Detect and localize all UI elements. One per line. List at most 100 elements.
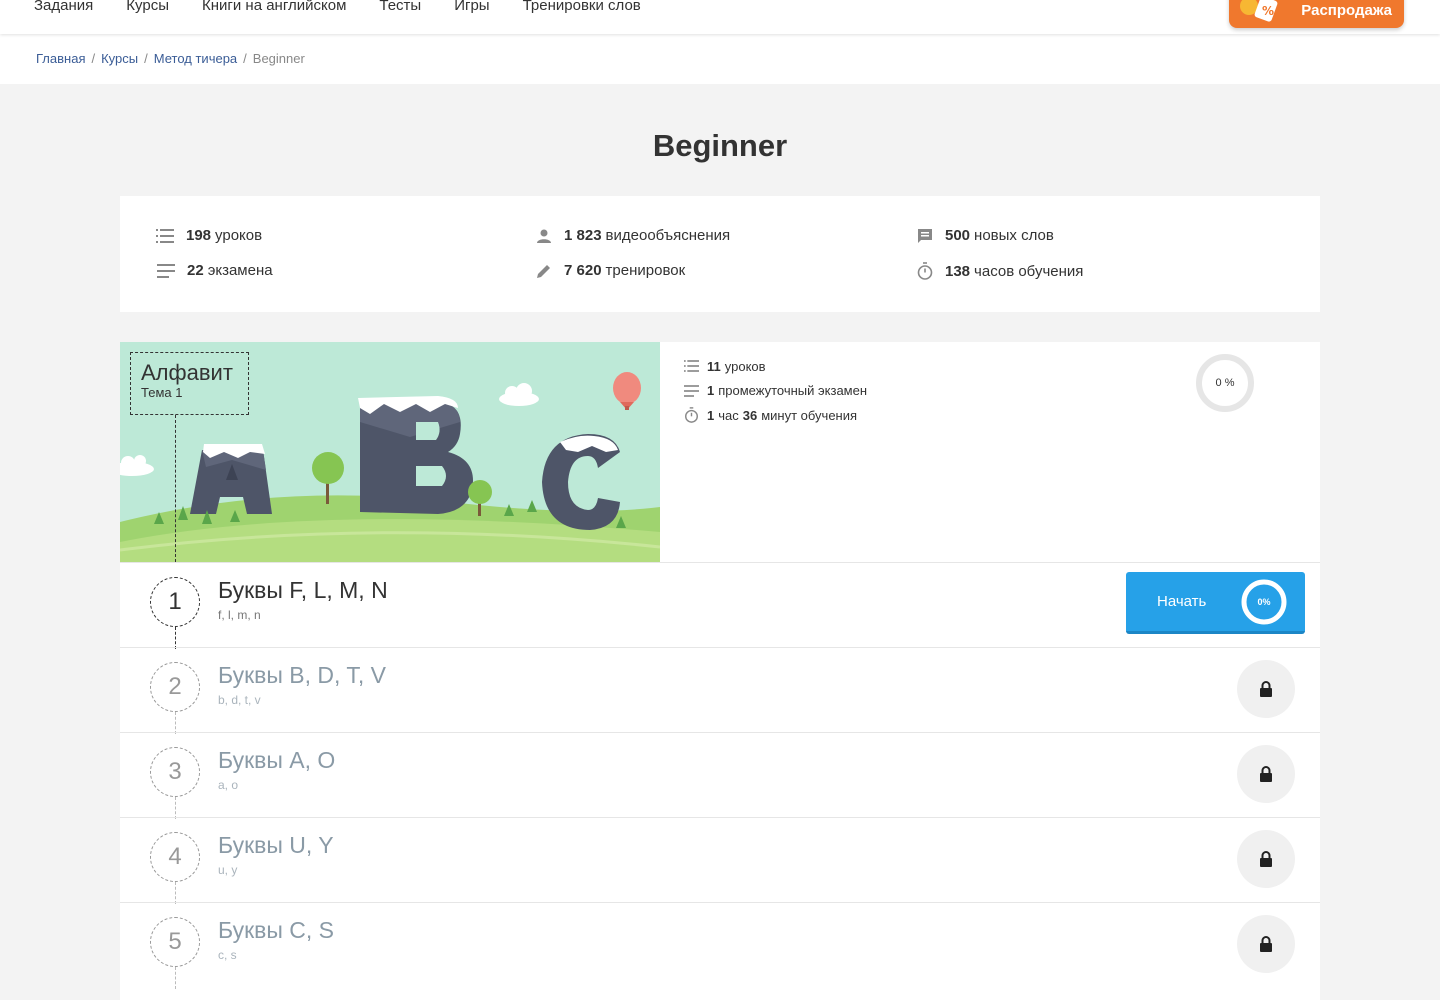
- topic-progress-label: 0 %: [1215, 377, 1235, 389]
- svg-text:%: %: [1262, 4, 1274, 18]
- lesson-item: 4 Буквы U, Y u, y: [120, 817, 1320, 904]
- stat-lessons-label: уроков: [215, 227, 263, 244]
- topic-title: Алфавит: [141, 360, 233, 385]
- stat-exams-value: 22: [187, 262, 204, 279]
- breadcrumb-home[interactable]: Главная: [36, 51, 85, 66]
- lesson-connector-line: [175, 797, 176, 819]
- topic-lessons-value: 11: [707, 358, 721, 374]
- list-icon: [684, 360, 699, 373]
- pencil-icon: [537, 264, 550, 278]
- lesson-number: 1: [150, 577, 200, 627]
- lesson-item[interactable]: 1 Буквы F, L, M, N f, l, m, n Начать 0%: [120, 562, 1320, 649]
- nav-item-tests[interactable]: Тесты: [379, 0, 421, 16]
- topic-duration: 1 час 36 минут обучения: [684, 403, 867, 428]
- locked-lesson-button[interactable]: [1237, 915, 1295, 973]
- lesson-item: 2 Буквы B, D, T, V b, d, t, v: [120, 647, 1320, 734]
- lesson-number: 2: [150, 662, 200, 712]
- topic-lessons-count: 11 уроков: [684, 354, 867, 379]
- lesson-letters: f, l, m, n: [218, 608, 261, 622]
- stat-hours-value: 138: [945, 262, 971, 280]
- lesson-list: 1 Буквы F, L, M, N f, l, m, n Начать 0% …: [120, 562, 1320, 989]
- timer-icon: [685, 407, 698, 424]
- lesson-connector-line: [175, 712, 176, 734]
- stat-lessons: 198 уроков: [156, 227, 262, 244]
- lesson-letters: c, s: [218, 948, 237, 962]
- stat-trainings: 7 620 тренировок: [536, 262, 685, 279]
- lesson-title: Буквы U, Y: [218, 832, 334, 858]
- locked-lesson-button[interactable]: [1237, 660, 1295, 718]
- stat-hours-label: часов обучения: [974, 262, 1084, 280]
- stat-videos: 1 823 видеообъяснения: [536, 227, 730, 244]
- breadcrumb-separator: /: [91, 51, 96, 66]
- lines-icon: [157, 263, 175, 278]
- nav-item-tasks[interactable]: Задания: [34, 0, 93, 16]
- topic-banner[interactable]: Алфавит Тема 1: [120, 342, 660, 562]
- stat-words-value: 500: [945, 227, 971, 244]
- topic-exam-value: 1: [707, 383, 715, 399]
- lesson-letters: a, o: [218, 778, 239, 792]
- stat-words: 500 новых слов: [917, 227, 1054, 244]
- sale-tag-icon: %: [1240, 0, 1278, 22]
- lock-icon: [1260, 766, 1272, 782]
- lines-icon: [684, 384, 699, 397]
- breadcrumb-courses[interactable]: Курсы: [101, 51, 138, 66]
- stat-lessons-value: 198: [186, 227, 212, 244]
- stat-exams-label: экзамена: [207, 262, 273, 279]
- breadcrumb-bar: Главная / Курсы / Метод тичера / Beginne…: [0, 34, 1440, 84]
- page-title: Beginner: [652, 128, 788, 163]
- lesson-title: Буквы B, D, T, V: [218, 662, 387, 688]
- lesson-connector-line: [175, 882, 176, 904]
- breadcrumb: Главная / Курсы / Метод тичера / Beginne…: [36, 51, 305, 66]
- topic-exam-label: промежуточный экзамен: [718, 383, 868, 399]
- sale-label: Распродажа: [1301, 1, 1392, 19]
- stat-trainings-label: тренировок: [605, 262, 686, 279]
- stat-trainings-value: 7 620: [564, 262, 602, 279]
- locked-lesson-button[interactable]: [1237, 830, 1295, 888]
- breadcrumb-separator: /: [243, 51, 247, 66]
- stat-hours: 138 часов обучения: [917, 262, 1083, 280]
- lesson-number: 4: [150, 832, 200, 882]
- topic-lessons-label: уроков: [724, 358, 766, 374]
- lock-icon: [1260, 936, 1272, 952]
- stat-words-label: новых слов: [974, 227, 1054, 244]
- start-lesson-button[interactable]: Начать 0%: [1126, 572, 1305, 634]
- topic-exam: 1 промежуточный экзамен: [684, 379, 867, 404]
- stat-videos-label: видеообъяснения: [605, 227, 731, 244]
- nav-item-courses[interactable]: Курсы: [126, 0, 169, 16]
- stat-exams: 22 экзамена: [157, 262, 273, 279]
- list-icon: [156, 228, 174, 243]
- lesson-progress-label: 0%: [1257, 597, 1271, 607]
- topic-duration-minutes: 36: [742, 407, 758, 423]
- lesson-title: Буквы A, O: [218, 747, 336, 773]
- lock-icon: [1260, 851, 1272, 867]
- locked-lesson-button[interactable]: [1237, 745, 1295, 803]
- timer-icon: [917, 262, 933, 280]
- lesson-item: 3 Буквы A, O a, o: [120, 732, 1320, 819]
- top-nav: Задания Курсы Книги на английском Тесты …: [0, 0, 1440, 34]
- topic-duration-hours-label: час: [718, 407, 739, 423]
- banner-connector-line: [175, 415, 176, 562]
- nav-menu: Задания Курсы Книги на английском Тесты …: [34, 0, 674, 16]
- lesson-letters: u, y: [218, 863, 238, 877]
- topic-duration-hours: 1: [707, 407, 715, 423]
- lock-icon: [1260, 681, 1272, 697]
- topic-progress-ring: 0 %: [1194, 352, 1256, 414]
- sale-button[interactable]: % Распродажа: [1229, 0, 1404, 28]
- person-icon: [537, 229, 551, 243]
- topic-label: Алфавит Тема 1: [130, 352, 249, 415]
- stat-videos-value: 1 823: [564, 227, 602, 244]
- lesson-title: Буквы F, L, M, N: [218, 577, 388, 603]
- chat-icon: [918, 228, 932, 243]
- start-button-label: Начать: [1157, 593, 1207, 610]
- breadcrumb-teacher-method[interactable]: Метод тичера: [154, 51, 237, 66]
- nav-item-word-training[interactable]: Тренировки слов: [523, 0, 641, 16]
- lesson-title: Буквы C, S: [218, 917, 335, 943]
- topic-subtitle: Тема 1: [141, 385, 183, 400]
- nav-item-books[interactable]: Книги на английском: [202, 0, 346, 16]
- nav-item-games[interactable]: Игры: [454, 0, 489, 16]
- lesson-connector-line: [175, 627, 176, 649]
- course-stats: 198 уроков 1 823 видеообъяснения 500 нов…: [120, 196, 1320, 312]
- topic-duration-minutes-label: минут обучения: [761, 407, 858, 423]
- topic-info: 11 уроков 1 промежуточный экзамен 1 час …: [684, 354, 867, 428]
- lesson-connector-line: [175, 967, 176, 989]
